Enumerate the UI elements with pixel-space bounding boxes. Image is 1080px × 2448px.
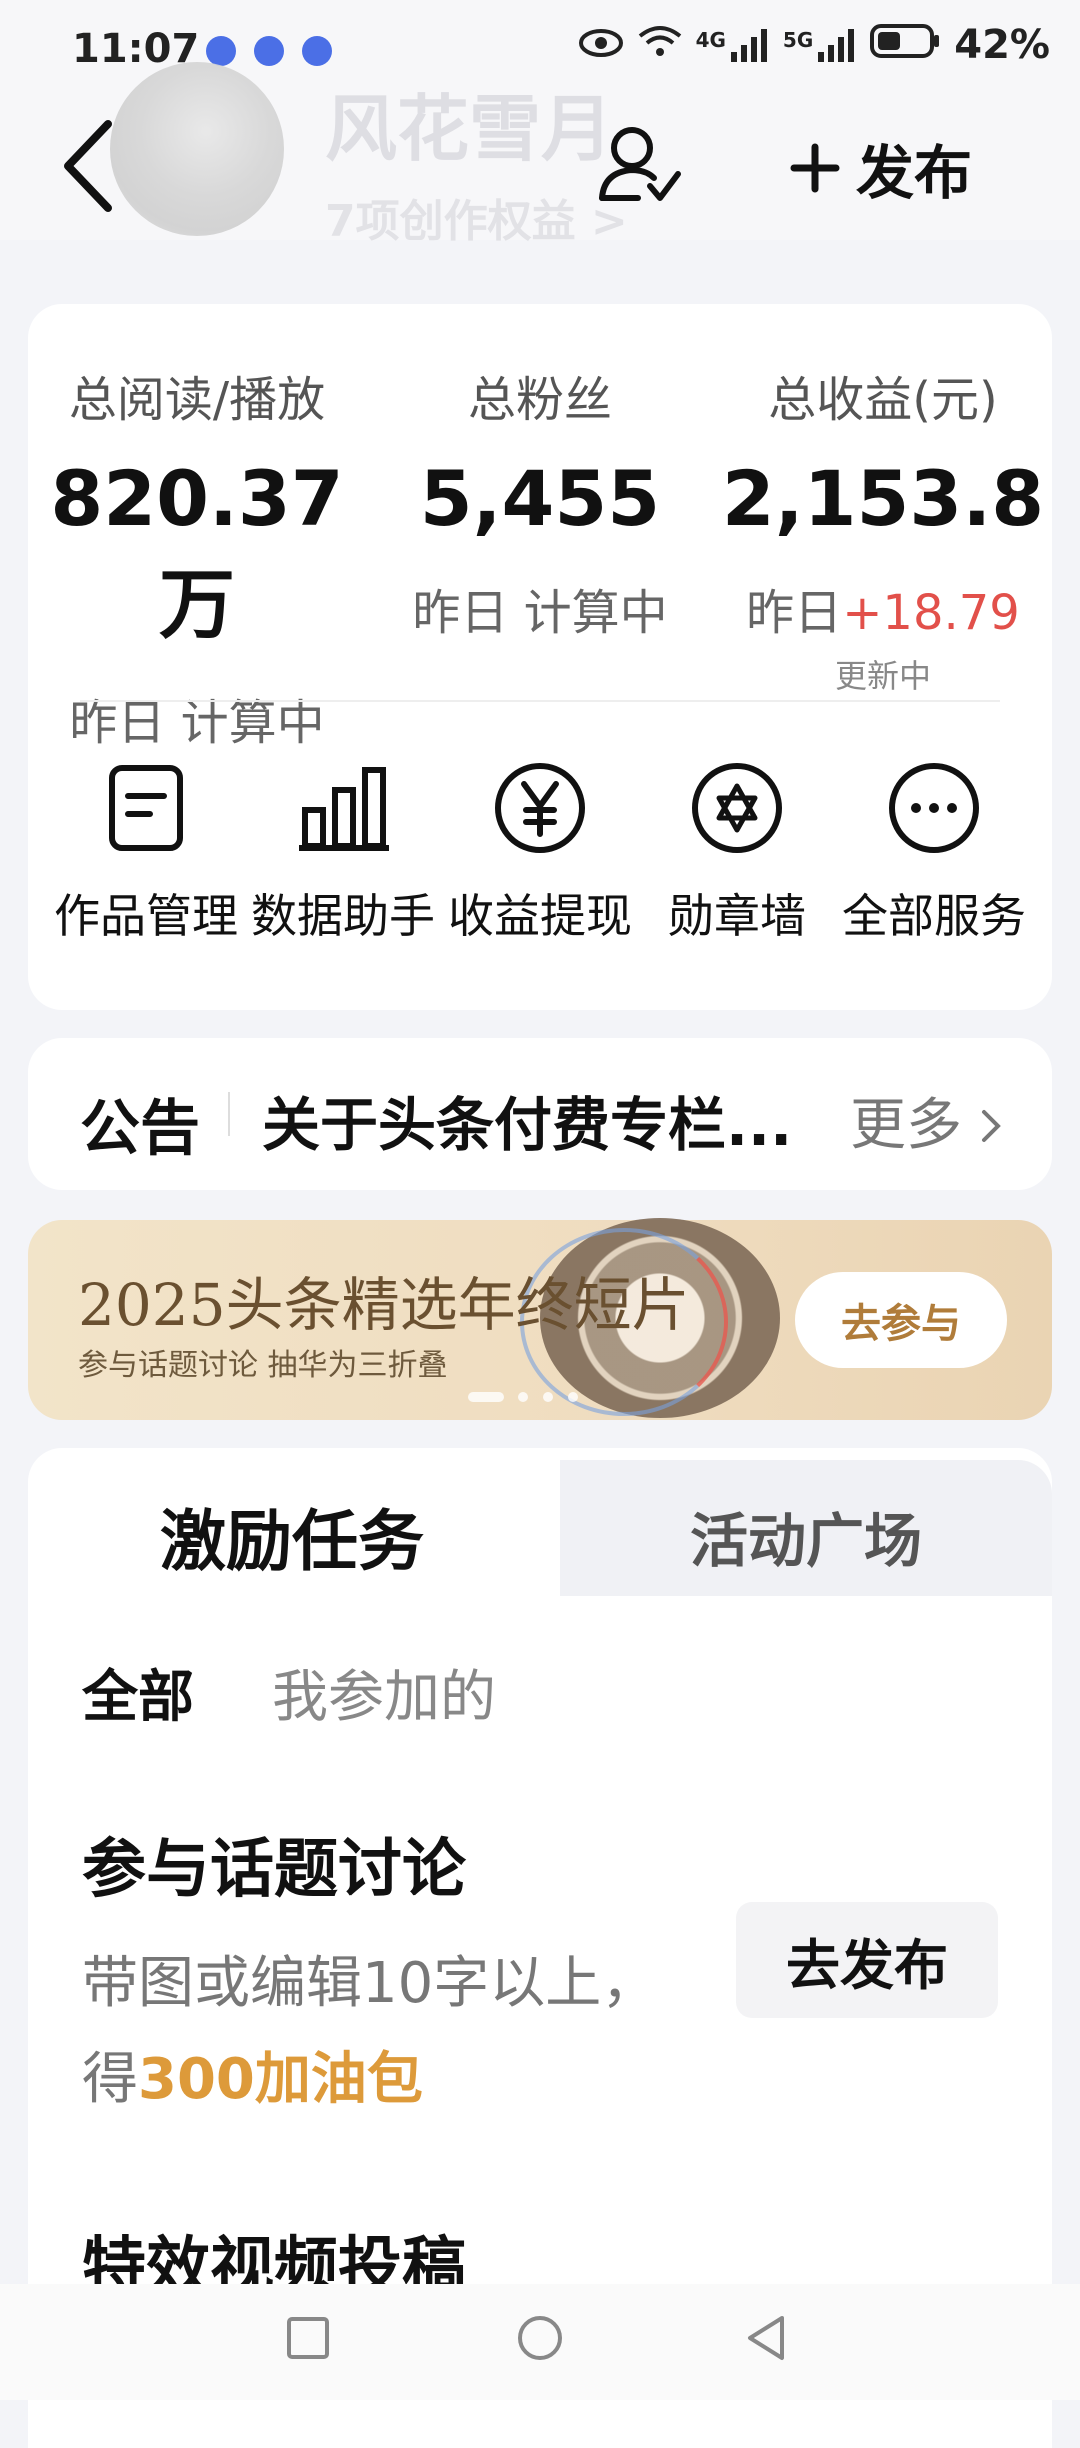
service-label: 全部服务 <box>842 889 1026 943</box>
task-title: 参与话题讨论 <box>82 1833 466 1907</box>
bar-chart-icon <box>295 760 391 856</box>
stat-yesterday: 昨日+18.79 <box>746 585 1020 641</box>
eye-icon <box>578 22 624 68</box>
plus-icon <box>790 143 840 193</box>
creator-benefits-link[interactable]: 7项创作权益 > <box>325 185 628 249</box>
stat-yesterday: 昨日 计算中 <box>412 585 668 641</box>
banner-title: 2025头条精选年终短片 <box>78 1271 690 1339</box>
banner-page-indicator-active <box>468 1392 504 1402</box>
recent-apps-button[interactable] <box>286 2316 330 2364</box>
more-icon <box>886 760 982 856</box>
filter-joined[interactable]: 我参加的 <box>272 1652 496 1733</box>
banner-page-indicator <box>543 1392 553 1402</box>
profile-name: 风花雪月 <box>325 87 614 171</box>
follow-user-button[interactable] <box>598 124 682 208</box>
stat-label: 总收益(元) <box>768 372 998 428</box>
document-icon <box>98 760 194 856</box>
stat-updating-note: 更新中 <box>834 657 931 695</box>
home-button[interactable] <box>516 2314 564 2366</box>
yuan-icon <box>492 760 588 856</box>
stat-reads[interactable]: 总阅读/播放 820.37万 昨日 计算中 <box>32 360 362 753</box>
service-label: 勋章墙 <box>668 889 806 943</box>
notice-title: 公告 <box>80 1094 200 1164</box>
filter-all[interactable]: 全部 <box>82 1652 194 1733</box>
task-description: 带图或编辑10字以上， <box>82 1951 658 2016</box>
task-publish-button[interactable]: 去发布 <box>736 1902 998 2018</box>
publish-button[interactable]: 发布 <box>790 126 972 210</box>
tab-activity-square[interactable]: 活动广场 <box>690 1494 922 1578</box>
status-right: 4G 5G 42% <box>578 22 1050 68</box>
battery-icon <box>870 22 940 68</box>
app-notification-icon <box>302 36 332 66</box>
stat-yesterday: 昨日 计算中 <box>69 695 325 751</box>
banner-page-indicator <box>568 1392 578 1402</box>
stat-value: 820.37万 <box>50 454 344 649</box>
signal-4g-icon: 4G <box>696 28 769 62</box>
service-label: 收益提现 <box>448 889 632 943</box>
banner-subtitle: 参与话题讨论 抽华为三折叠 <box>78 1348 448 1383</box>
user-check-icon <box>599 127 681 201</box>
service-label: 作品管理 <box>54 889 238 943</box>
app-notification-icon <box>206 36 236 66</box>
tab-incentive-tasks[interactable]: 激励任务 <box>160 1488 424 1584</box>
triangle-back-icon <box>748 2316 784 2360</box>
chevron-right-icon <box>981 1110 1001 1142</box>
back-button[interactable] <box>58 118 118 218</box>
publish-label: 发布 <box>856 139 973 207</box>
signal-5g-icon: 5G <box>783 28 856 62</box>
back-nav-button[interactable] <box>744 2314 788 2366</box>
notice-more-link[interactable]: 更多 <box>850 1080 1002 1161</box>
circle-icon <box>518 2316 562 2360</box>
notice-text[interactable]: 关于头条付费专栏... <box>262 1078 792 1162</box>
stat-fans[interactable]: 总粉丝 5,455 昨日 计算中 <box>375 360 705 643</box>
stats-divider <box>80 700 1000 702</box>
stat-value: 2,153.8 <box>721 454 1045 543</box>
square-icon <box>287 2317 329 2359</box>
banner-join-button[interactable]: 去参与 <box>795 1272 1007 1368</box>
app-notification-icon <box>254 36 284 66</box>
stat-label: 总阅读/播放 <box>68 372 326 428</box>
service-label: 数据助手 <box>251 889 435 943</box>
service-withdraw[interactable]: 收益提现 <box>440 760 640 946</box>
banner-page-indicator <box>518 1392 528 1402</box>
task-reward: 得300加油包 <box>82 2047 423 2112</box>
service-works-management[interactable]: 作品管理 <box>46 760 246 946</box>
stat-income[interactable]: 总收益(元) 2,153.8 昨日+18.79 更新中 <box>718 360 1048 697</box>
stat-label: 总粉丝 <box>467 372 612 428</box>
badge-icon <box>689 760 785 856</box>
back-arrow-icon <box>64 120 112 212</box>
notice-separator <box>228 1092 230 1136</box>
notice-more-label: 更多 <box>850 1093 962 1158</box>
service-all[interactable]: 全部服务 <box>834 760 1034 946</box>
stat-value: 5,455 <box>419 454 661 543</box>
service-data-assistant[interactable]: 数据助手 <box>243 760 443 946</box>
service-badge-wall[interactable]: 勋章墙 <box>637 760 837 946</box>
battery-percent: 42% <box>954 22 1050 68</box>
avatar[interactable] <box>110 62 284 236</box>
wifi-icon <box>638 22 682 68</box>
